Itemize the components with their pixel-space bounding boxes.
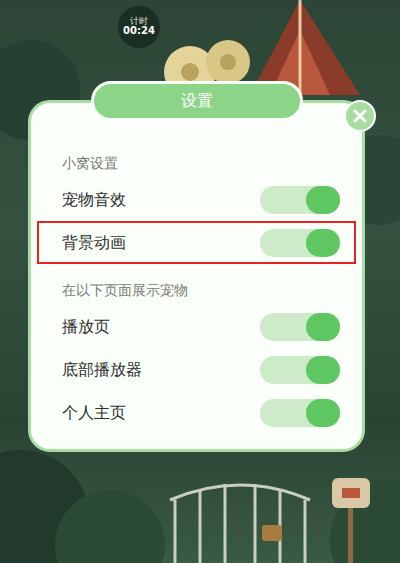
setting-label: 宠物音效 xyxy=(62,188,126,212)
setting-label: 播放页 xyxy=(62,315,110,339)
section-title: 在以下页面展示宠物 xyxy=(31,275,362,305)
setting-row: 宠物音效 xyxy=(37,178,356,221)
toggle-switch[interactable] xyxy=(260,186,340,214)
pet-nest-scene: 计时 00:24 设置 小窝设置宠物音效背景动画在以下页面展示宠物播放页底部播放… xyxy=(0,0,400,563)
setting-row: 底部播放器 xyxy=(37,348,356,391)
settings-dialog: 设置 小窝设置宠物音效背景动画在以下页面展示宠物播放页底部播放器个人主页 xyxy=(28,100,365,452)
timer[interactable]: 计时 00:24 xyxy=(118,6,160,48)
dialog-header: 设置 xyxy=(91,81,303,121)
toggle-switch[interactable] xyxy=(260,313,340,341)
setting-row: 背景动画 xyxy=(37,221,356,264)
toggle-switch[interactable] xyxy=(260,399,340,427)
setting-row: 播放页 xyxy=(37,305,356,348)
section-title: 小窝设置 xyxy=(31,148,362,178)
toggle-switch[interactable] xyxy=(260,229,340,257)
toggle-knob xyxy=(306,313,340,341)
toggle-knob xyxy=(306,356,340,384)
toggle-knob xyxy=(306,399,340,427)
timer-label: 计时 xyxy=(130,17,148,26)
setting-label: 底部播放器 xyxy=(62,358,142,382)
timer-time: 00:24 xyxy=(123,26,155,37)
setting-label: 个人主页 xyxy=(62,401,126,425)
dialog-title: 设置 xyxy=(181,89,213,113)
toggle-switch[interactable] xyxy=(260,356,340,384)
setting-row: 个人主页 xyxy=(37,391,356,434)
close-icon xyxy=(353,109,367,123)
toggle-knob xyxy=(306,229,340,257)
setting-label: 背景动画 xyxy=(62,231,126,255)
toggle-knob xyxy=(306,186,340,214)
close-button[interactable] xyxy=(344,100,376,132)
